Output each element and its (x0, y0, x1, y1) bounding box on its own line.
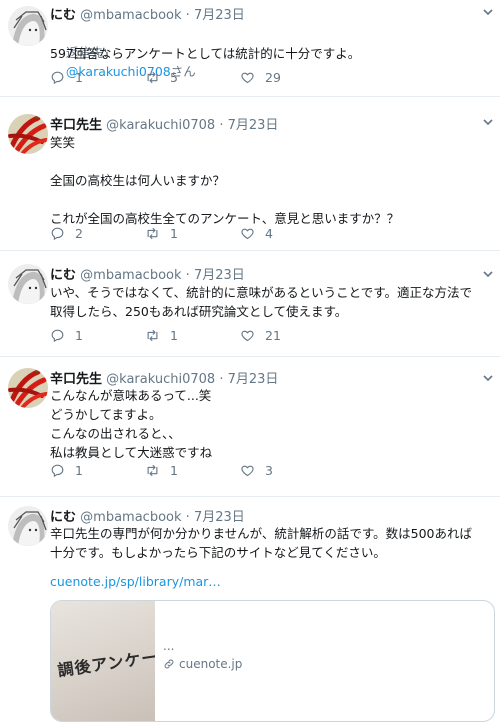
user-handle[interactable]: @mbamacbook (80, 510, 181, 525)
avatar[interactable] (8, 6, 48, 46)
tweet[interactable]: 辛口先生 @karakuchi0708 · 7月23日 こんなんが意味あるって.… (0, 362, 500, 497)
reply-count: 1 (75, 328, 83, 343)
chevron-down-icon[interactable] (482, 372, 494, 384)
separator: · (185, 8, 190, 23)
reply-button[interactable]: 2 (50, 226, 145, 241)
link-icon (163, 658, 175, 670)
card-description: ... (163, 639, 175, 653)
like-icon (240, 70, 255, 85)
user-handle[interactable]: @mbamacbook (80, 8, 181, 23)
retweet-count: 5 (170, 70, 178, 85)
chevron-down-icon[interactable] (482, 268, 494, 280)
retweet-count: 1 (170, 226, 178, 241)
separator: · (185, 268, 190, 283)
display-name[interactable]: にむ (50, 510, 76, 525)
reply-icon (50, 328, 65, 343)
like-button[interactable]: 21 (240, 328, 335, 343)
like-count: 4 (265, 226, 273, 241)
like-count: 3 (265, 463, 273, 478)
display-name[interactable]: にむ (50, 8, 76, 23)
retweet-button[interactable]: 1 (145, 328, 240, 343)
tweet-text: 597回答ならアンケートとしては統計的に十分ですよ。 (50, 46, 361, 61)
tweet[interactable]: にむ @mbamacbook · 7月23日 辛口先生の専門が何か分かりませんが… (0, 500, 500, 722)
reply-icon (50, 226, 65, 241)
tweet-header: にむ @mbamacbook · 7月23日 (50, 4, 245, 23)
retweet-icon (145, 226, 160, 241)
card-domain: cuenote.jp (163, 657, 242, 671)
user-handle[interactable]: @mbamacbook (80, 268, 181, 283)
retweet-icon (145, 328, 160, 343)
avatar[interactable] (8, 264, 48, 304)
reply-icon (50, 70, 65, 85)
tweet-date[interactable]: 7月23日 (194, 268, 245, 283)
avatar[interactable] (8, 506, 48, 546)
like-button[interactable]: 4 (240, 226, 335, 241)
tweet-text: 辛口先生の専門が何か分かりませんが、統計解析の話です。数は500あれば 十分です… (50, 526, 472, 560)
tweet-date[interactable]: 7月23日 (228, 118, 279, 133)
tweet-header: 辛口先生 @karakuchi0708 · 7月23日 (50, 368, 278, 387)
tweet-actions: 2 1 4 (50, 226, 335, 241)
tweet[interactable]: にむ @mbamacbook · 7月23日 返信先: @karakuchi07… (0, 0, 500, 97)
like-icon (240, 328, 255, 343)
link-preview-card[interactable]: 調後アンケート ... cuenote.jp (50, 600, 495, 722)
like-button[interactable]: 3 (240, 463, 335, 478)
reply-count: 1 (75, 70, 83, 85)
tweet-header: 辛口先生 @karakuchi0708 · 7月23日 (50, 114, 278, 133)
tweet-text: いや、そうではなくて、統計的に意味があるということです。適正な方法で 取得したら… (50, 285, 473, 319)
separator: · (219, 372, 224, 387)
tweet[interactable]: 辛口先生 @karakuchi0708 · 7月23日 笑笑 全国の高校生は何人… (0, 106, 500, 251)
reply-count: 2 (75, 226, 83, 241)
reply-button[interactable]: 1 (50, 70, 145, 85)
display-name[interactable]: 辛口先生 (50, 118, 102, 133)
retweet-button[interactable]: 1 (145, 463, 240, 478)
tweet-date[interactable]: 7月23日 (228, 372, 279, 387)
tweet-text: 笑笑 全国の高校生は何人いますか？ これが全国の高校生全てのアンケート、意見と思… (50, 135, 400, 226)
user-handle[interactable]: @karakuchi0708 (106, 118, 215, 133)
reply-icon (50, 463, 65, 478)
chevron-down-icon[interactable] (482, 116, 494, 128)
chevron-down-icon[interactable] (482, 6, 494, 18)
like-count: 21 (265, 328, 281, 343)
display-name[interactable]: にむ (50, 268, 76, 283)
tweet-actions: 1 5 29 (50, 70, 335, 85)
tweet-actions: 1 1 3 (50, 463, 335, 478)
like-icon (240, 226, 255, 241)
display-name[interactable]: 辛口先生 (50, 372, 102, 387)
reply-count: 1 (75, 463, 83, 478)
tweet-actions: 1 1 21 (50, 328, 335, 343)
retweet-count: 1 (170, 463, 178, 478)
tweet-header: にむ @mbamacbook · 7月23日 (50, 264, 245, 283)
avatar[interactable] (8, 368, 48, 408)
like-count: 29 (265, 70, 281, 85)
like-button[interactable]: 29 (240, 70, 335, 85)
user-handle[interactable]: @karakuchi0708 (106, 372, 215, 387)
retweet-button[interactable]: 5 (145, 70, 240, 85)
card-thumbnail: 調後アンケート (51, 601, 155, 721)
retweet-count: 1 (170, 328, 178, 343)
retweet-icon (145, 70, 160, 85)
tweet-link[interactable]: cuenote.jp/sp/library/mar… (50, 574, 221, 589)
tweet[interactable]: にむ @mbamacbook · 7月23日 いや、そうではなくて、統計的に意味… (0, 258, 500, 357)
avatar[interactable] (8, 114, 48, 154)
tweet-header: にむ @mbamacbook · 7月23日 (50, 506, 245, 525)
reply-button[interactable]: 1 (50, 328, 145, 343)
reply-button[interactable]: 1 (50, 463, 145, 478)
separator: · (219, 118, 224, 133)
like-icon (240, 463, 255, 478)
card-domain-text: cuenote.jp (179, 657, 243, 671)
separator: · (185, 510, 190, 525)
tweet-date[interactable]: 7月23日 (194, 510, 245, 525)
tweet-date[interactable]: 7月23日 (194, 8, 245, 23)
tweet-text: こんなんが意味あるって...笑 どうかしてますよ。 こんなの出されると、、 私は… (50, 388, 213, 460)
retweet-icon (145, 463, 160, 478)
card-thumbnail-text: 調後アンケート (56, 644, 155, 681)
retweet-button[interactable]: 1 (145, 226, 240, 241)
